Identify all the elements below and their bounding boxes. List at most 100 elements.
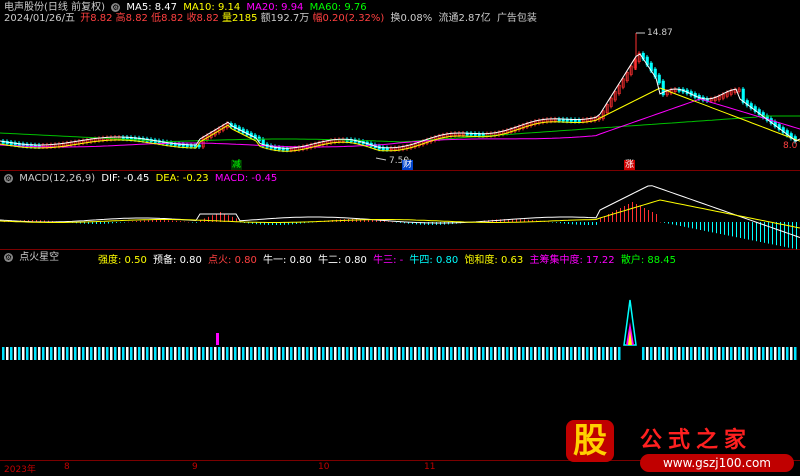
strip-bar xyxy=(178,347,181,360)
strip-bar xyxy=(422,347,425,360)
strip-bar xyxy=(682,347,685,360)
macd-bar xyxy=(628,204,629,222)
strip-bar xyxy=(430,347,433,360)
strip-bar xyxy=(186,347,189,360)
macd-bar xyxy=(732,222,733,237)
strip-bar xyxy=(774,347,777,360)
macd-histogram xyxy=(4,202,797,250)
axis-label-aug: 8 xyxy=(64,462,70,472)
strip-bar xyxy=(426,347,429,360)
macd-bar xyxy=(164,220,165,222)
strip-bar xyxy=(150,347,153,360)
macd-bar xyxy=(632,202,633,222)
macd-bar xyxy=(176,220,177,222)
macd-bar xyxy=(748,222,749,240)
macd-bar xyxy=(128,221,129,223)
macd-bar xyxy=(560,222,561,224)
ma60-line xyxy=(0,115,800,143)
strip-bar xyxy=(726,347,729,360)
macd-bar xyxy=(656,214,657,222)
strip-bar xyxy=(66,347,69,360)
watermark-glyph: 股 xyxy=(566,420,614,462)
macd-bar xyxy=(208,216,209,222)
macd-bar xyxy=(664,222,665,223)
strip-bar xyxy=(746,347,749,360)
strip-bar xyxy=(794,347,797,360)
strip-bar xyxy=(554,347,557,360)
low-pointer xyxy=(375,157,387,161)
strip-bar xyxy=(62,347,65,360)
macd-bar xyxy=(688,222,689,228)
macd-bar xyxy=(100,222,101,224)
macd-bar xyxy=(796,222,797,250)
strip-bar xyxy=(502,347,505,360)
strip-bar xyxy=(298,347,301,360)
strip-bar xyxy=(514,347,517,360)
strip-bar xyxy=(510,347,513,360)
strip-bar xyxy=(562,347,565,360)
macd-bar xyxy=(676,222,677,226)
strip-bar xyxy=(662,347,665,360)
strip-bar xyxy=(410,347,413,360)
macd-bar xyxy=(132,221,133,222)
strip-bar xyxy=(58,347,61,360)
strip-bar xyxy=(766,347,769,360)
ma5-line xyxy=(0,53,800,149)
strip-bar xyxy=(370,347,373,360)
strip-bar xyxy=(342,347,345,360)
macd-bar xyxy=(660,222,661,223)
macd-bar xyxy=(760,222,761,242)
strip-bar xyxy=(374,347,377,360)
strip-bar xyxy=(230,347,233,360)
chart-canvas[interactable] xyxy=(0,0,800,476)
strip-bar xyxy=(738,347,741,360)
strip-bar xyxy=(650,347,653,360)
strip-bar xyxy=(2,347,5,360)
event-tag-reduce[interactable]: 减 xyxy=(231,160,243,170)
macd-bar xyxy=(616,210,617,222)
macd-bar xyxy=(716,222,717,234)
macd-bar xyxy=(572,222,573,225)
strip-bar xyxy=(642,347,645,360)
macd-bar xyxy=(696,222,697,230)
strip-bar xyxy=(326,347,329,360)
strip-bar xyxy=(262,347,265,360)
strip-bar xyxy=(498,347,501,360)
strip-bar xyxy=(78,347,81,360)
strip-bar xyxy=(686,347,689,360)
event-tag-finance[interactable]: 财 xyxy=(402,160,414,170)
macd-bar xyxy=(136,221,137,222)
strip-bar xyxy=(454,347,457,360)
watermark-logo: 股 公式之家 www.gszj100.com xyxy=(560,420,800,476)
strip-bar xyxy=(274,347,277,360)
strip-bar xyxy=(114,347,117,360)
strip-bar xyxy=(594,347,597,360)
strip-bar xyxy=(490,347,493,360)
macd-bar xyxy=(756,222,757,242)
macd-bar xyxy=(552,222,553,223)
macd-bar xyxy=(744,222,745,239)
strip-bar xyxy=(718,347,721,360)
macd-bar xyxy=(740,222,741,238)
strip-bar xyxy=(346,347,349,360)
event-tag-rise[interactable]: 涨 xyxy=(624,160,636,170)
strip-bar xyxy=(322,347,325,360)
strip-bar xyxy=(486,347,489,360)
macd-bar xyxy=(120,222,121,223)
strip-bar xyxy=(462,347,465,360)
strip-bar xyxy=(578,347,581,360)
strip-bar xyxy=(314,347,317,360)
strip-bar xyxy=(758,347,761,360)
strip-bar xyxy=(270,347,273,360)
macd-bar xyxy=(184,221,185,223)
strip-bar xyxy=(358,347,361,360)
strip-bar xyxy=(458,347,461,360)
strip-bar xyxy=(334,347,337,360)
macd-bar xyxy=(624,206,625,222)
strip-bar xyxy=(294,347,297,360)
macd-bar xyxy=(568,222,569,224)
strip-bar xyxy=(338,347,341,360)
strip-bar xyxy=(394,347,397,360)
strip-bar xyxy=(610,347,613,360)
macd-bar xyxy=(644,208,645,222)
